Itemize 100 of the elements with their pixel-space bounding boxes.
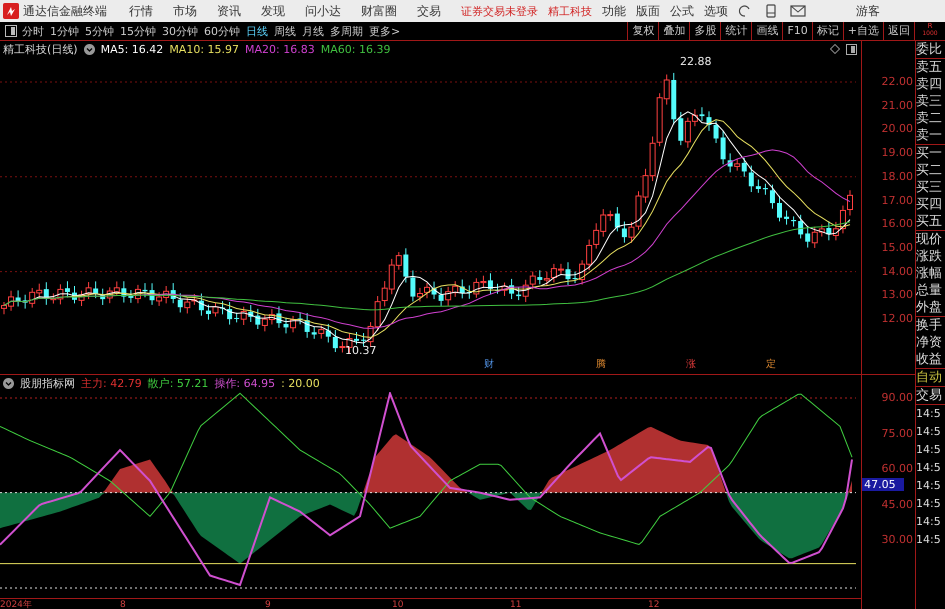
price-tick: 13.00 <box>882 288 914 302</box>
menu-item[interactable]: 公式 <box>670 2 694 20</box>
trade-time: 14:5 <box>916 424 942 440</box>
period-tab[interactable]: 月线 <box>302 24 324 38</box>
stock-name: 精工科技 <box>548 4 592 18</box>
toolbar-button[interactable]: 复权 <box>627 22 658 40</box>
panel-label: 卖二 <box>916 110 944 127</box>
price-tick: 19.00 <box>882 146 914 160</box>
ma-value: MA5: 16.42 <box>100 42 164 56</box>
indicator-value: 主力: 42.79 <box>81 376 142 391</box>
price-tick: 14.00 <box>882 264 914 278</box>
date-label: 9 <box>265 599 271 609</box>
period-tab[interactable]: 多周期 <box>330 24 363 38</box>
toolbar-button[interactable]: 多股 <box>689 22 720 40</box>
panel-label: 现价 <box>916 231 944 248</box>
toolbar-button[interactable]: 画线 <box>751 22 782 40</box>
refresh-icon[interactable] <box>738 4 752 18</box>
trade-time: 14:5 <box>916 460 942 476</box>
price-tick: 15.00 <box>882 240 914 254</box>
menu-item[interactable]: 功能 <box>602 2 626 20</box>
period-tab[interactable]: 15分钟 <box>120 24 156 38</box>
toolbar-button[interactable]: 统计 <box>720 22 752 40</box>
mail-icon[interactable] <box>790 5 806 17</box>
period-tab[interactable]: 分时 <box>22 24 44 38</box>
diamond-icon[interactable] <box>830 44 840 54</box>
panel-label: 净资 <box>916 334 944 351</box>
stock-label: 精工科技(日线) <box>3 42 78 56</box>
panel-label: 买四 <box>916 196 944 213</box>
login-status: 证券交易未登录 <box>461 4 538 18</box>
indicator-name: 股朋指标网 <box>20 376 75 391</box>
toolbar-button[interactable]: F10 <box>782 22 812 40</box>
period-tab[interactable]: 1分钟 <box>50 24 79 38</box>
dropdown-icon[interactable] <box>3 378 14 389</box>
trade-time: 14:5 <box>916 532 942 548</box>
trade-time: 14:5 <box>916 478 942 494</box>
period-tab[interactable]: 周线 <box>274 24 296 38</box>
price-tick: 16.00 <box>882 217 914 230</box>
panel-label: 买五 <box>916 213 944 230</box>
panel-label: 涨跌 <box>916 248 944 265</box>
indicator-value: : 20.00 <box>281 377 320 390</box>
toolbar-button[interactable]: 标记 <box>812 22 843 40</box>
indicator-value: 操作: 64.95 <box>214 376 276 391</box>
ma-value: MA20: 16.83 <box>245 42 315 56</box>
dropdown-icon[interactable] <box>84 44 95 54</box>
price-tick: 21.00 <box>882 98 914 112</box>
panel-label: 卖三 <box>916 93 944 110</box>
indicator-tick: 30.00 <box>882 533 914 546</box>
menu-item[interactable]: 行情 <box>129 2 153 20</box>
period-tab[interactable]: 日线 <box>246 24 268 38</box>
period-tab[interactable]: 30分钟 <box>162 24 198 38</box>
event-marker[interactable]: 腾 <box>596 357 606 371</box>
auto-tab[interactable]: 自动 <box>916 369 945 386</box>
menu-item[interactable]: 资讯 <box>217 2 241 20</box>
panel-label: 买一 <box>916 145 944 162</box>
menu-item[interactable]: 市场 <box>173 2 197 20</box>
trade-label: 交易 <box>916 387 944 404</box>
toolbar-button[interactable]: 返回 <box>883 22 914 40</box>
panel-label: 外盘 <box>916 299 944 316</box>
phone-icon[interactable] <box>766 4 776 18</box>
trade-time: 14:5 <box>916 442 942 458</box>
menu-item[interactable]: 问小达 <box>305 2 341 20</box>
panel-label: 总量 <box>916 282 944 299</box>
trade-time: 14:5 <box>916 496 942 512</box>
panel-label: 换手 <box>916 317 944 334</box>
panel-label: 卖一 <box>916 127 944 144</box>
menu-item[interactable]: 财富圈 <box>361 2 397 20</box>
event-marker[interactable]: 涨 <box>686 357 696 371</box>
menu-item[interactable]: 发现 <box>261 2 285 20</box>
current-value-badge: 47.05 <box>862 478 904 491</box>
price-tick: 22.00 <box>882 75 914 88</box>
toolbar-button[interactable]: +自选 <box>842 22 883 40</box>
app-logo-icon <box>3 3 19 19</box>
indicator-tick: 60.00 <box>882 462 914 475</box>
date-label: 8 <box>120 599 126 609</box>
period-tab[interactable]: 5分钟 <box>85 24 114 38</box>
indicator-value: 散户: 57.21 <box>148 376 208 391</box>
ma-value: MA10: 15.97 <box>169 42 240 56</box>
price-tick: 12.00 <box>882 312 914 325</box>
menu-item[interactable]: 版面 <box>636 2 660 20</box>
panel-label: 委比 <box>916 41 944 58</box>
event-marker[interactable]: 定 <box>766 357 776 371</box>
panel-toggle-icon[interactable] <box>846 44 858 54</box>
toolbar-button[interactable]: 叠加 <box>658 22 690 40</box>
indicator-tick: 45.00 <box>882 498 914 510</box>
trade-time: 14:5 <box>916 406 942 422</box>
date-label: 2024年 <box>0 599 32 609</box>
panel-label: 卖五 <box>916 59 944 76</box>
panel-label: 收益 <box>916 351 944 368</box>
menu-item[interactable]: 选项 <box>704 2 728 20</box>
period-tab[interactable]: 60分钟 <box>204 24 240 38</box>
price-tick: 18.00 <box>882 170 914 183</box>
user-label[interactable]: 游客 <box>856 2 880 20</box>
ma-value: MA60: 16.39 <box>320 42 390 56</box>
app-title: 通达信金融终端 <box>23 2 107 20</box>
panel-label: 买二 <box>916 162 944 179</box>
panel-toggle-icon[interactable] <box>5 25 17 37</box>
period-tab[interactable]: 更多> <box>369 24 400 38</box>
panel-label: 卖四 <box>916 76 944 93</box>
menu-item[interactable]: 交易 <box>417 2 441 20</box>
event-marker[interactable]: 财 <box>484 357 494 371</box>
